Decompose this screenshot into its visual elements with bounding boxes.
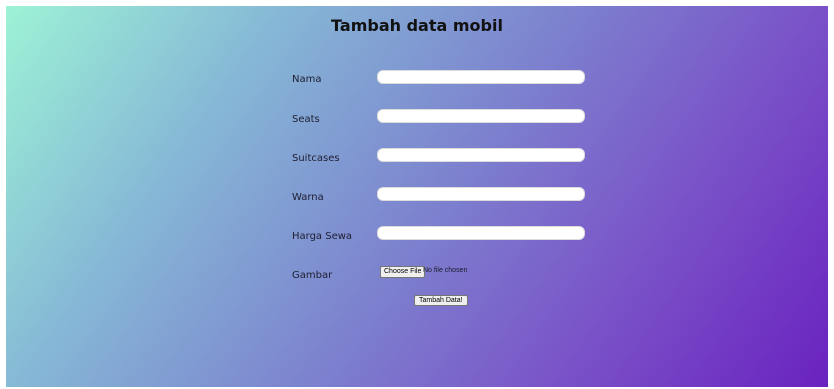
page-background: Tambah data mobil Nama Seats Suitcases W… bbox=[6, 6, 828, 387]
harga-sewa-input[interactable] bbox=[377, 226, 585, 240]
warna-input[interactable] bbox=[377, 187, 585, 201]
suitcases-label: Suitcases bbox=[292, 153, 340, 164]
harga-sewa-label: Harga Sewa bbox=[292, 231, 353, 242]
page-title: Tambah data mobil bbox=[331, 16, 503, 35]
seats-input[interactable] bbox=[377, 109, 585, 123]
nama-input[interactable] bbox=[377, 70, 585, 84]
gambar-label: Gambar bbox=[292, 270, 333, 281]
suitcases-input[interactable] bbox=[377, 148, 585, 162]
warna-label: Warna bbox=[292, 192, 324, 203]
seats-label: Seats bbox=[292, 114, 320, 125]
nama-label: Nama bbox=[292, 74, 322, 85]
choose-file-button[interactable]: Choose File bbox=[380, 266, 426, 278]
submit-button[interactable]: Tambah Data! bbox=[414, 295, 468, 306]
file-status-text: No file chosen bbox=[423, 267, 468, 274]
